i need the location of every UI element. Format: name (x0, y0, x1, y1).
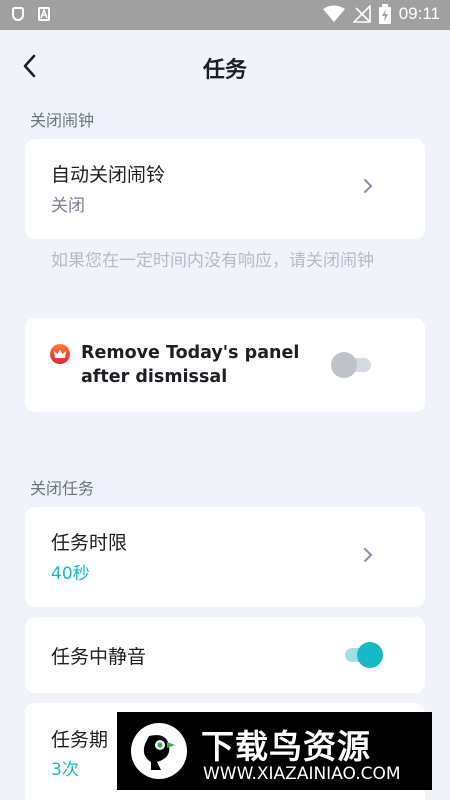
auto-dismiss-hint: 如果您在一定时间内没有响应，请关闭闹钟 (51, 251, 374, 271)
no-signal-icon (352, 5, 371, 23)
watermark-url: WWW.XIAZAINIAO.COM (203, 764, 401, 784)
bird-logo-icon (131, 723, 187, 779)
remove-panel-toggle[interactable] (331, 352, 375, 378)
mute-during-task-label: 任务中静音 (51, 646, 147, 668)
section-label-dismiss-task: 关闭任务 (30, 479, 95, 498)
task-time-limit-row[interactable]: 任务时限 40秒 (25, 507, 425, 607)
task-time-limit-label: 任务时限 (51, 532, 128, 554)
remove-panel-label-line1: Remove Today's panel (81, 343, 300, 363)
remove-today-panel-row[interactable]: Remove Today's panel after dismissal (25, 318, 425, 412)
section-label-dismiss-alarm: 关闭闹钟 (30, 111, 95, 130)
remove-today-panel-label: Remove Today's panel after dismissal (81, 341, 331, 389)
status-bar: 09:11 (0, 0, 450, 30)
auto-dismiss-alarm-row[interactable]: 自动关闭闹铃 关闭 (25, 139, 425, 239)
battery-charging-icon (378, 4, 391, 24)
chevron-right-icon (364, 548, 373, 562)
a-notification-icon (38, 7, 50, 21)
shield-icon (12, 7, 24, 21)
task-period-value: 3次 (51, 760, 79, 780)
top-app-bar: 任务 (0, 30, 450, 102)
remove-panel-label-line2: after dismissal (81, 367, 228, 387)
chevron-right-icon (364, 179, 373, 193)
status-time: 09:11 (398, 4, 440, 23)
crown-icon (50, 344, 70, 364)
page-title: 任务 (202, 58, 247, 83)
task-time-limit-value: 40秒 (51, 564, 90, 584)
wifi-icon (322, 5, 345, 22)
auto-dismiss-label: 自动关闭闹铃 (51, 164, 166, 186)
watermark-title: 下载鸟资源 (201, 727, 371, 766)
task-period-label: 任务期 (51, 729, 109, 751)
mute-during-task-row[interactable]: 任务中静音 (25, 617, 425, 693)
watermark-banner: 下载鸟资源 WWW.XIAZAINIAO.COM (117, 712, 432, 790)
mute-during-task-toggle[interactable] (341, 642, 385, 668)
auto-dismiss-value: 关闭 (51, 196, 85, 216)
